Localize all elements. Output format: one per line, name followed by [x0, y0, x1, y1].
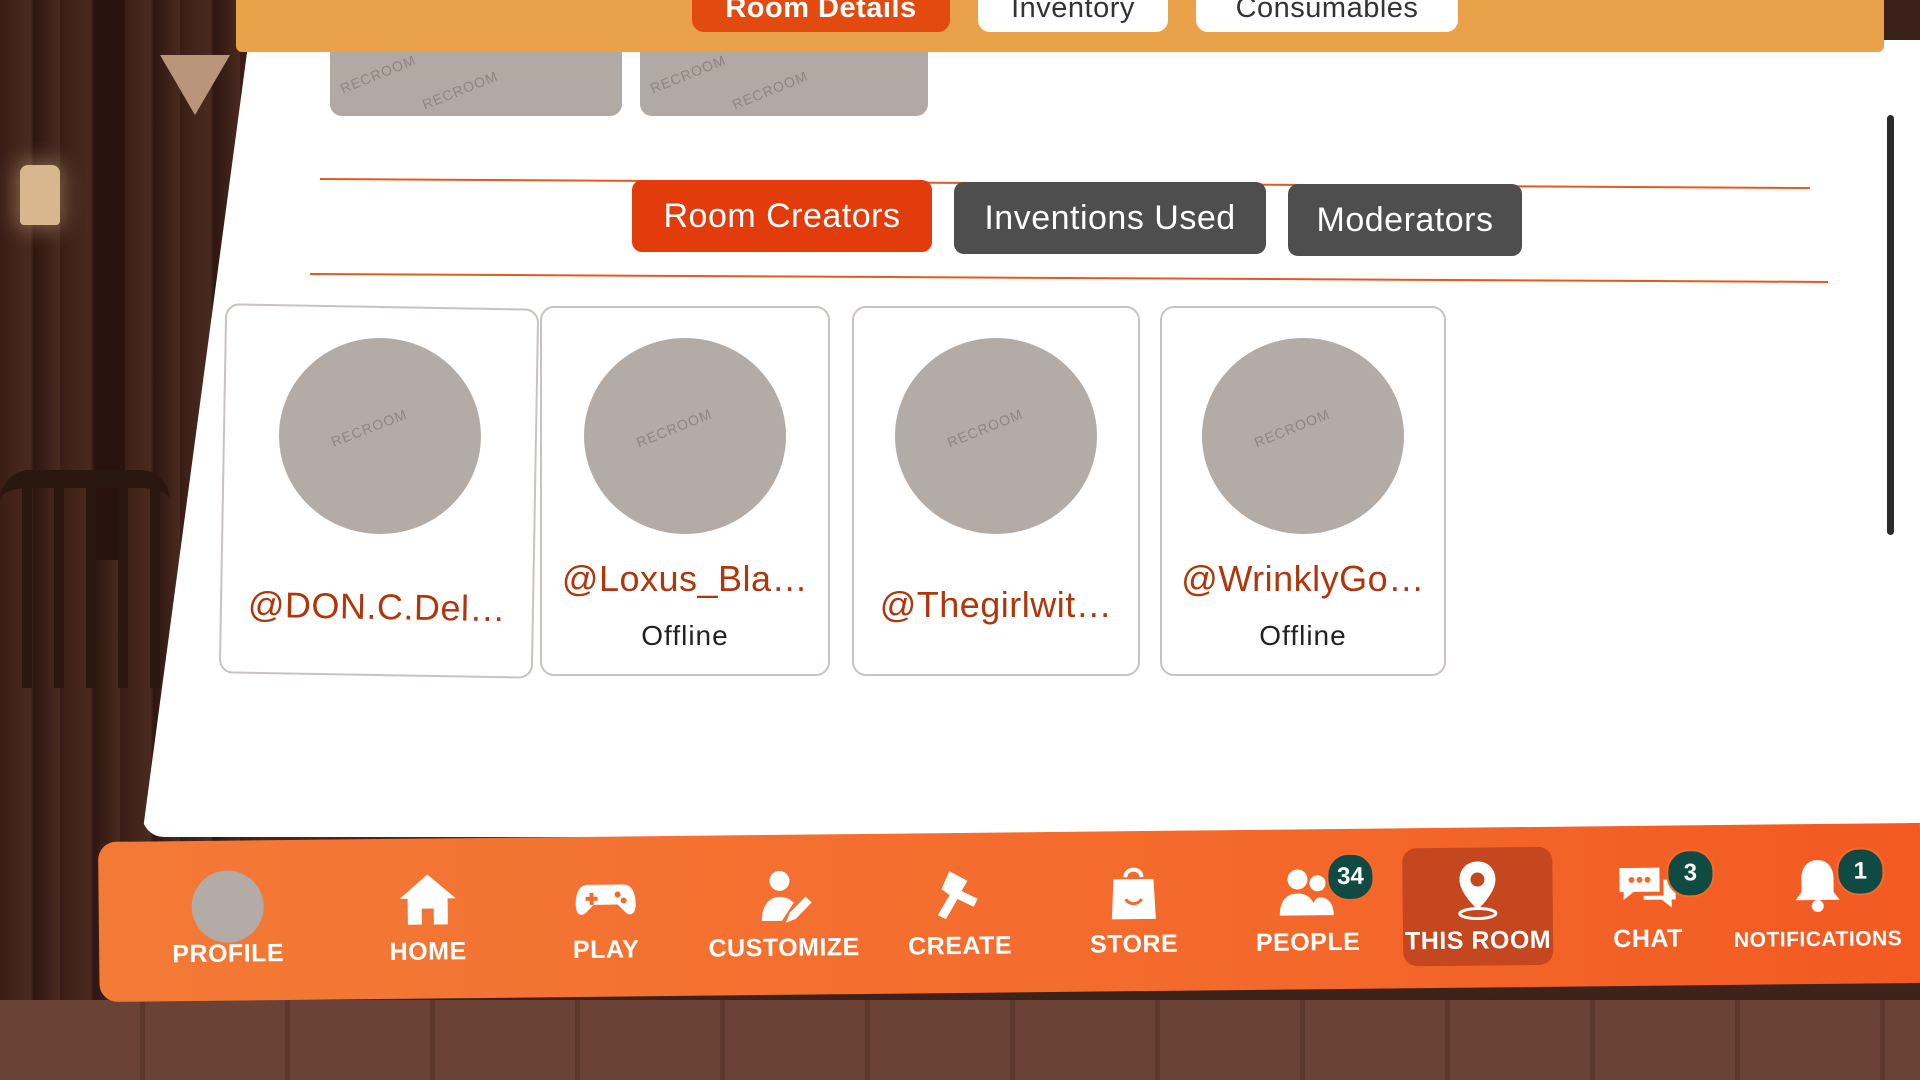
- creator-status: Offline: [641, 620, 729, 651]
- watermark: RECROOM: [419, 67, 501, 113]
- profile-avatar: [191, 870, 265, 944]
- nav-customize[interactable]: CUSTOMIZE: [708, 854, 860, 974]
- watermark: RECROOM: [633, 405, 715, 451]
- maker-pen-icon: [937, 871, 978, 920]
- watermark: RECROOM: [1251, 405, 1333, 451]
- panel-scrollbar[interactable]: [1887, 115, 1894, 535]
- room-thumbnail[interactable]: RECROOM RECROOM: [330, 52, 622, 116]
- nav-label: NOTIFICATIONS: [1733, 927, 1903, 952]
- nav-notifications[interactable]: 1 NOTIFICATIONS: [1734, 843, 1902, 963]
- nav-home[interactable]: HOME: [352, 858, 503, 978]
- avatar: RECROOM: [895, 338, 1097, 534]
- nav-label: CUSTOMIZE: [708, 933, 860, 963]
- nav-label: CHAT: [1613, 924, 1684, 954]
- creator-card[interactable]: RECROOM @DON.C.Del…: [218, 303, 540, 679]
- tab-room-details[interactable]: Room Details: [692, 0, 950, 32]
- background-lamp: [20, 165, 60, 225]
- nav-label: HOME: [389, 937, 467, 966]
- creator-name: @Thegirlwit…: [879, 584, 1113, 625]
- nav-play[interactable]: PLAY: [530, 856, 681, 976]
- nav-label: PLAY: [572, 935, 640, 965]
- nav-label: STORE: [1089, 929, 1179, 959]
- nav-chat[interactable]: 3 CHAT: [1572, 845, 1723, 965]
- nav-store[interactable]: STORE: [1058, 850, 1209, 970]
- nav-profile[interactable]: PROFILE: [152, 860, 303, 980]
- watermark: RECROOM: [647, 52, 729, 97]
- tab-inventory[interactable]: Inventory: [978, 0, 1168, 32]
- tab-room-creators[interactable]: Room Creators: [632, 180, 932, 252]
- watermark: RECROOM: [729, 67, 811, 113]
- tab-consumables[interactable]: Consumables: [1196, 0, 1458, 32]
- gamepad-icon: [575, 884, 636, 915]
- background-floor: [0, 1000, 1920, 1080]
- avatar: RECROOM: [277, 336, 483, 536]
- people-count-badge: 34: [1326, 852, 1375, 902]
- watermark: RECROOM: [337, 52, 419, 97]
- person-pencil-icon: [761, 870, 812, 923]
- nav-label: PROFILE: [172, 939, 285, 969]
- avatar: RECROOM: [584, 338, 786, 534]
- background-pennant: [160, 55, 230, 115]
- chat-count-badge: 3: [1666, 849, 1715, 898]
- nav-this-room[interactable]: THIS ROOM: [1402, 846, 1554, 967]
- avatar: RECROOM: [1202, 338, 1404, 534]
- nav-create[interactable]: CREATE: [884, 852, 1035, 972]
- watermark: RECROOM: [328, 405, 410, 450]
- creator-card[interactable]: RECROOM @WrinklyGo… Offline: [1160, 306, 1446, 676]
- nav-label: CREATE: [908, 931, 1013, 961]
- creator-name: @WrinklyGo…: [1181, 558, 1425, 599]
- shopping-bag-icon: [1111, 867, 1156, 920]
- watermark: RECROOM: [944, 405, 1026, 451]
- creator-name: @Loxus_Bla…: [561, 558, 809, 599]
- background-chair: [0, 470, 170, 688]
- creator-card[interactable]: RECROOM @Loxus_Bla… Offline: [540, 306, 830, 676]
- location-pin-icon: [1458, 861, 1498, 921]
- creator-name: @DON.C.Del…: [247, 583, 507, 630]
- nav-label: THIS ROOM: [1404, 925, 1552, 956]
- nav-people[interactable]: 34 PEOPLE: [1232, 849, 1383, 969]
- tab-inventions-used[interactable]: Inventions Used: [954, 182, 1266, 254]
- top-tab-bar: Room Details Inventory Consumables: [236, 0, 1884, 52]
- creator-card[interactable]: RECROOM @Thegirlwit…: [852, 306, 1140, 676]
- bottom-nav: PROFILE HOME PLAY CUSTOMIZE CREATE STORE…: [98, 822, 1920, 1002]
- notifications-count-badge: 1: [1836, 847, 1885, 896]
- creator-status: Offline: [1259, 620, 1347, 651]
- room-thumbnail[interactable]: RECROOM RECROOM: [640, 52, 928, 116]
- nav-label: PEOPLE: [1255, 927, 1361, 957]
- tab-moderators[interactable]: Moderators: [1288, 184, 1522, 256]
- house-icon: [399, 874, 456, 925]
